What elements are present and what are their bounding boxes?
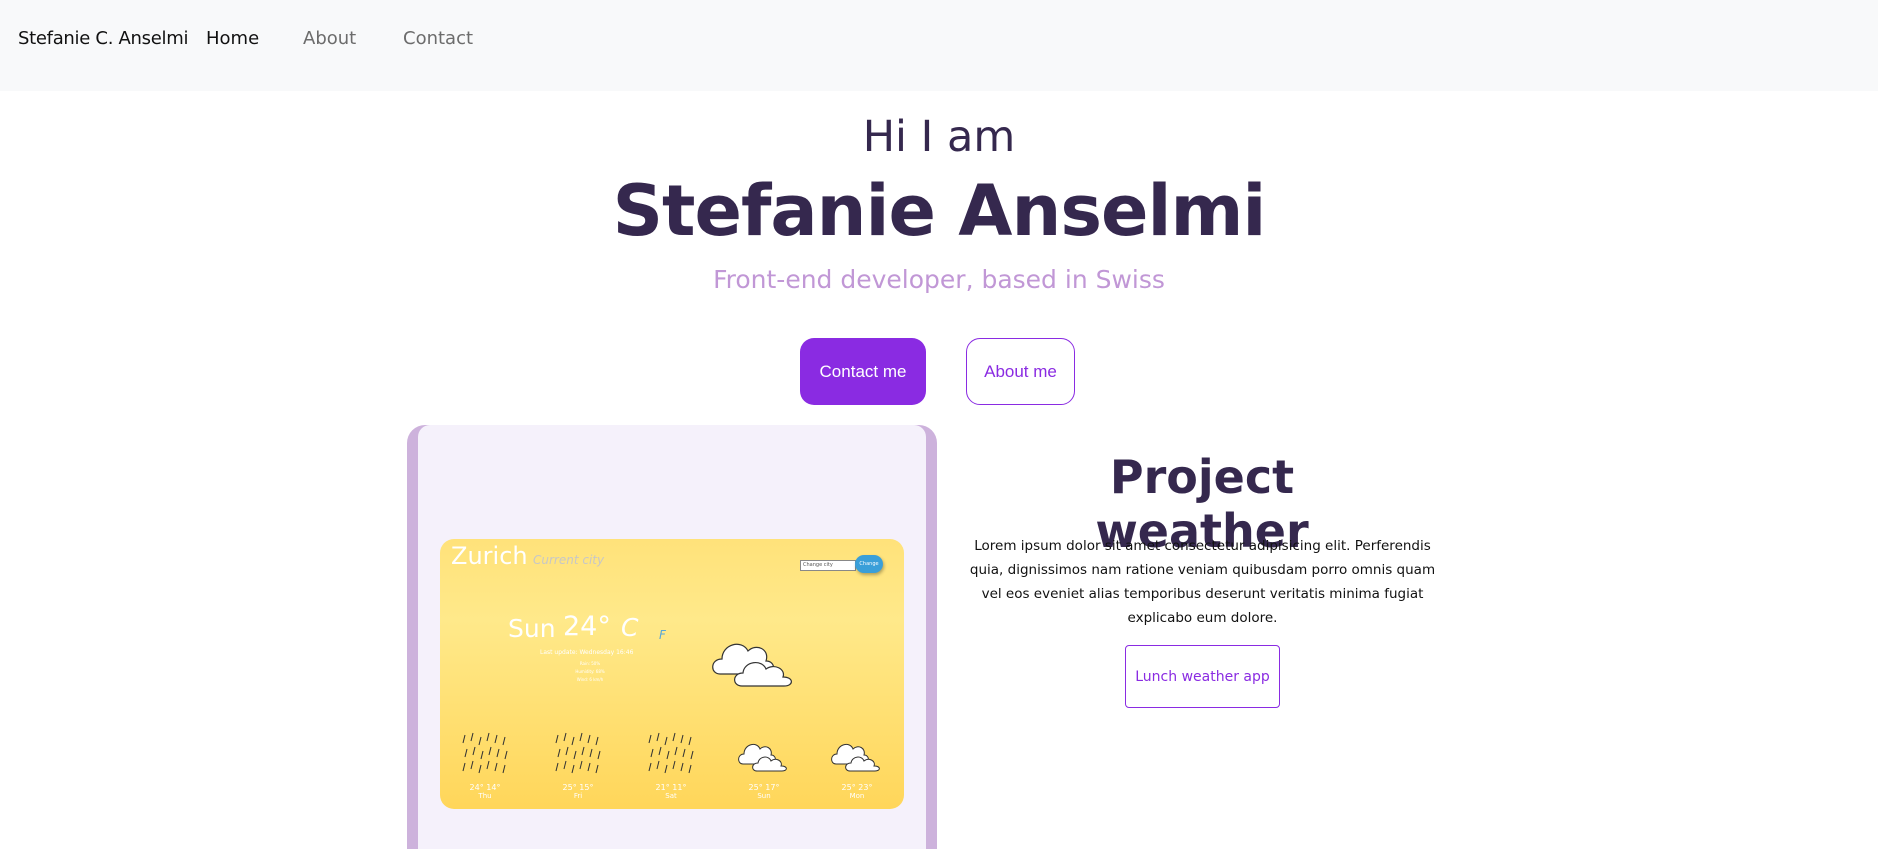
hero-subtitle: Front-end developer, based in Swiss bbox=[713, 265, 1165, 294]
forecast-day-3: 21° 11° Sat bbox=[638, 729, 704, 800]
weather-current-city-label: Current city bbox=[533, 553, 605, 567]
cloud-icon bbox=[831, 743, 880, 772]
contact-me-button[interactable]: Contact me bbox=[800, 338, 926, 405]
brand-link[interactable]: Stefanie C. Anselmi bbox=[18, 28, 188, 49]
weather-detail-wind: Wind: 6 km/h bbox=[576, 677, 604, 682]
forecast-day: Mon bbox=[849, 792, 865, 800]
forecast-day: Sat bbox=[665, 792, 677, 800]
hero-greeting: Hi I am bbox=[862, 112, 1016, 162]
hero-name: Stefanie Anselmi bbox=[612, 170, 1267, 252]
weather-last-update: Last update: Wednesday 16:46 bbox=[540, 649, 634, 656]
about-me-button[interactable]: About me bbox=[966, 338, 1075, 405]
weather-detail-rain: Rain: 50% bbox=[579, 661, 601, 666]
navbar: Stefanie C. Anselmi Home About Contact bbox=[0, 0, 1878, 91]
nav-contact-link[interactable]: Contact bbox=[403, 28, 473, 49]
forecast-day: Fri bbox=[573, 792, 583, 800]
weather-detail-humidity: Humidity: 68% bbox=[575, 669, 605, 674]
rain-icon bbox=[648, 732, 694, 774]
forecast-temp: 25° 15° bbox=[562, 783, 594, 792]
weather-search-input: Change city bbox=[800, 560, 856, 571]
forecast-temp: 24° 14° bbox=[469, 783, 501, 792]
weather-temperature: 24° bbox=[563, 611, 611, 642]
forecast-day-1: 24° 14° Thu bbox=[452, 729, 518, 800]
rain-icon bbox=[462, 732, 508, 774]
forecast-day: Sun bbox=[757, 792, 771, 800]
lunch-weather-app-button[interactable]: Lunch weather app bbox=[1125, 645, 1280, 708]
nav-home-link[interactable]: Home bbox=[206, 28, 259, 49]
forecast-temp: 21° 11° bbox=[655, 783, 687, 792]
forecast-day: Thu bbox=[478, 792, 492, 800]
forecast-day-5: 25° 23° Mon bbox=[824, 729, 890, 800]
nav-about-link[interactable]: About bbox=[303, 28, 356, 49]
forecast-day-4: 25° 17° Sun bbox=[731, 729, 797, 800]
cloud-icon bbox=[738, 743, 787, 772]
project-description: Lorem ipsum dolor sit amet consectetur a… bbox=[969, 538, 1436, 626]
weather-city: Zurich bbox=[451, 542, 528, 570]
weather-unit-celsius: C bbox=[621, 613, 639, 642]
weather-unit-fahrenheit: F bbox=[659, 628, 666, 642]
cloud-icon bbox=[712, 643, 792, 687]
weather-app-preview: Zurich Current city Change city Change S… bbox=[440, 539, 904, 809]
forecast-temp: 25° 17° bbox=[748, 783, 780, 792]
rain-icon bbox=[555, 732, 601, 774]
forecast-temp: 25° 23° bbox=[841, 783, 873, 792]
weather-change-button: Change bbox=[855, 555, 883, 573]
weather-day: Sun bbox=[508, 614, 556, 643]
forecast-day-2: 25° 15° Fri bbox=[545, 729, 611, 800]
